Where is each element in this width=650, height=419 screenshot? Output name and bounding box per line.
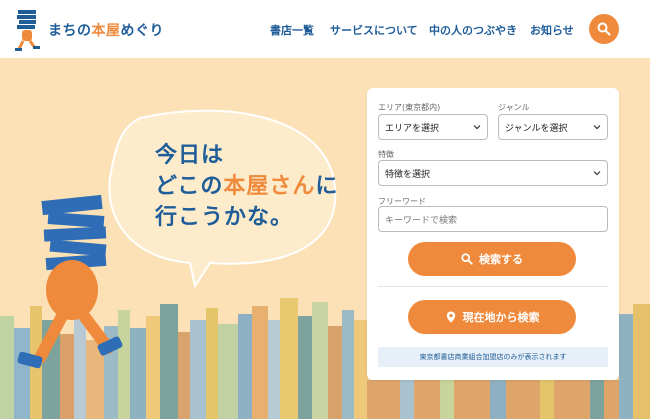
area-select[interactable]: エリアを選択: [378, 114, 488, 140]
location-pin-icon: [446, 311, 455, 323]
hero-line-2: どこの本屋さんに: [155, 174, 339, 199]
hero-line-3: 行こうかな。: [155, 205, 294, 230]
search-icon: [461, 253, 473, 265]
area-label: エリア(東京都内): [378, 103, 441, 112]
header-search-button[interactable]: [589, 14, 619, 44]
hero-line-1: 今日は: [155, 143, 225, 168]
chevron-down-icon: [593, 125, 601, 130]
feature-select[interactable]: 特徴を選択: [378, 160, 608, 186]
site-logo[interactable]: まちの本屋めぐり: [14, 8, 164, 52]
site-title: まちの本屋めぐり: [48, 23, 164, 39]
genre-label: ジャンル: [498, 103, 530, 112]
member-note: 東京都書店商業組合加盟店のみが表示されます: [378, 347, 608, 367]
logo-icon: [15, 10, 40, 51]
location-search-button[interactable]: 現在地から検索: [408, 300, 576, 334]
hero-section: 今日は どこの本屋さんに 行こうかな。 エリア(東京都内) エリアを選択 ジャン…: [0, 58, 650, 419]
chevron-down-icon: [473, 125, 481, 130]
search-button[interactable]: 検索する: [408, 242, 576, 276]
chevron-down-icon: [593, 171, 601, 176]
panel-divider: [378, 286, 608, 287]
site-header: まちの本屋めぐり 書店一覧 サービスについて 中の人のつぶやき お知らせ: [0, 0, 650, 58]
search-icon: [597, 22, 611, 36]
hero-headline: 今日は どこの本屋さんに 行こうかな。: [155, 140, 338, 233]
feature-label: 特徴: [378, 150, 394, 159]
genre-select[interactable]: ジャンルを選択: [498, 114, 608, 140]
keyword-input[interactable]: キーワードで検索: [378, 206, 608, 232]
search-panel: エリア(東京都内) エリアを選択 ジャンル ジャンルを選択 特徴 特徴を選択 フ…: [367, 88, 619, 380]
